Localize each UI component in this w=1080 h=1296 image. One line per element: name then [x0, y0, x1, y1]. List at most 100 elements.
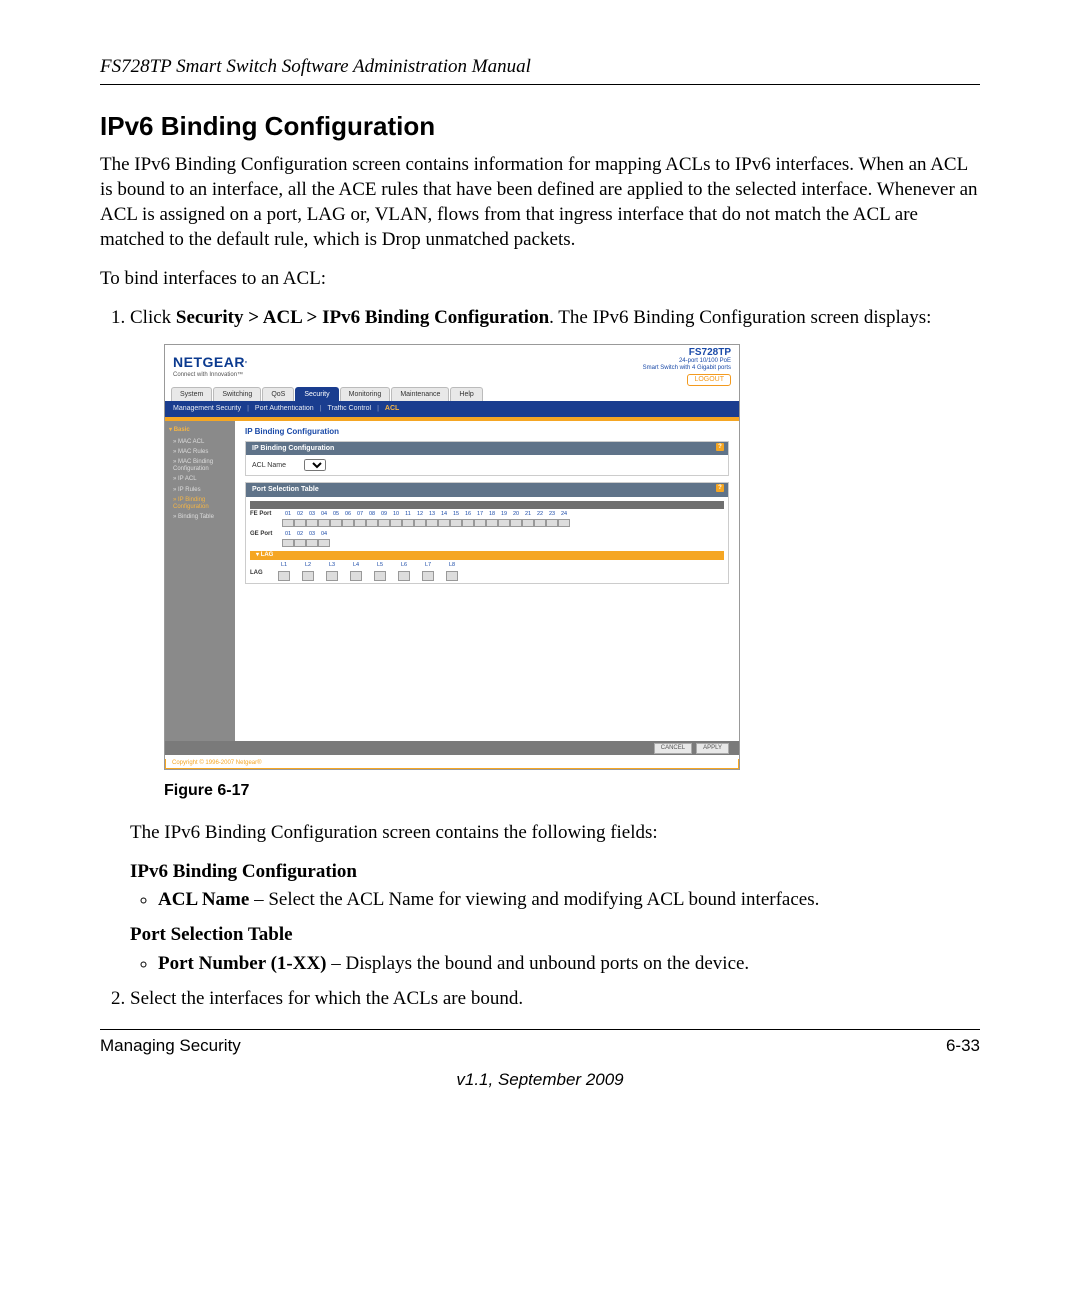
- intro-paragraph: The IPv6 Binding Configuration screen co…: [100, 152, 980, 252]
- sidebar-group: ▾ Basic: [169, 427, 231, 435]
- fe-port-checkbox[interactable]: [330, 519, 342, 527]
- lag-header: ▾ LAG: [250, 551, 724, 561]
- fe-port-checkbox[interactable]: [282, 519, 294, 527]
- ge-port-checkbox[interactable]: [294, 539, 306, 547]
- fe-port-checkbox[interactable]: [546, 519, 558, 527]
- fe-port-checkbox[interactable]: [462, 519, 474, 527]
- lag-item: L3: [326, 562, 338, 580]
- fe-port-checkbox[interactable]: [318, 519, 330, 527]
- fe-port-num: 23: [546, 511, 558, 518]
- fe-port-num: 22: [534, 511, 546, 518]
- subtab-acl[interactable]: ACL: [385, 404, 399, 413]
- fe-port-checkbox[interactable]: [474, 519, 486, 527]
- fe-port-checkbox[interactable]: [366, 519, 378, 527]
- fe-port-checkbox[interactable]: [414, 519, 426, 527]
- fe-port-checkbox[interactable]: [534, 519, 546, 527]
- fe-port-checkbox[interactable]: [438, 519, 450, 527]
- model-block: FS728TP 24-port 10/100 PoE Smart Switch …: [643, 347, 731, 386]
- ge-port-num: 02: [294, 531, 306, 538]
- footer-version: v1.1, September 2009: [100, 1070, 980, 1090]
- fe-port-num: 02: [294, 511, 306, 518]
- figure-caption: Figure 6-17: [164, 780, 980, 801]
- fe-port-num: 09: [378, 511, 390, 518]
- fe-port-checkbox[interactable]: [558, 519, 570, 527]
- fe-port-num: 13: [426, 511, 438, 518]
- tab-qos[interactable]: QoS: [262, 387, 294, 401]
- screenshot-figure: NETGEAR' Connect with Innovation™ FS728T…: [164, 344, 740, 770]
- ge-port-checkbox[interactable]: [318, 539, 330, 547]
- fe-port-num: 15: [450, 511, 462, 518]
- tab-help[interactable]: Help: [450, 387, 482, 401]
- fe-port-num: 11: [402, 511, 414, 518]
- fe-port-checkbox[interactable]: [426, 519, 438, 527]
- tab-system[interactable]: System: [171, 387, 212, 401]
- logout-button[interactable]: LOGOUT: [687, 374, 731, 386]
- rule-top: [100, 84, 980, 85]
- fe-port-num: 17: [474, 511, 486, 518]
- fe-port-num: 06: [342, 511, 354, 518]
- fe-port-checkbox[interactable]: [498, 519, 510, 527]
- fe-port-checkbox[interactable]: [378, 519, 390, 527]
- fe-port-checkbox[interactable]: [402, 519, 414, 527]
- tab-switching[interactable]: Switching: [213, 387, 261, 401]
- sidebar-item-ip-acl[interactable]: » IP ACL: [173, 476, 231, 483]
- fe-port-checkbox[interactable]: [450, 519, 462, 527]
- fe-port-checkbox[interactable]: [522, 519, 534, 527]
- fe-port-checkbox[interactable]: [486, 519, 498, 527]
- fe-port-num: 14: [438, 511, 450, 518]
- main-tabs: System Switching QoS Security Monitoring…: [165, 385, 739, 401]
- lag-checkbox[interactable]: [446, 571, 458, 581]
- lag-checkbox[interactable]: [374, 571, 386, 581]
- subtab-mgmt-security[interactable]: Management Security: [173, 404, 241, 413]
- sidebar-item-ip-binding[interactable]: » IP Binding Configuration: [173, 497, 231, 511]
- lag-checkbox[interactable]: [326, 571, 338, 581]
- fe-port-checkbox[interactable]: [306, 519, 318, 527]
- lag-checkbox[interactable]: [422, 571, 434, 581]
- fe-port-num: 21: [522, 511, 534, 518]
- sidebar-item-mac-rules[interactable]: » MAC Rules: [173, 449, 231, 456]
- sidebar-item-ip-rules[interactable]: » IP Rules: [173, 487, 231, 494]
- lag-item: L4: [350, 562, 362, 580]
- fe-port-num: 20: [510, 511, 522, 518]
- lag-checkbox[interactable]: [302, 571, 314, 581]
- lag-checkbox[interactable]: [350, 571, 362, 581]
- fe-port-checkbox[interactable]: [510, 519, 522, 527]
- fe-port-num: 18: [486, 511, 498, 518]
- help-icon[interactable]: ?: [716, 443, 724, 451]
- ge-port-checkbox[interactable]: [282, 539, 294, 547]
- fe-port-checkbox[interactable]: [390, 519, 402, 527]
- fe-port-checkbox[interactable]: [294, 519, 306, 527]
- fe-port-num: 10: [390, 511, 402, 518]
- acl-name-select[interactable]: [304, 459, 326, 471]
- copyright: Copyright © 1996-2007 Netgear®: [165, 759, 739, 770]
- sidebar-item-mac-acl[interactable]: » MAC ACL: [173, 439, 231, 446]
- subhead-port-selection: Port Selection Table: [130, 922, 980, 947]
- section-title: IPv6 Binding Configuration: [100, 111, 980, 142]
- sub-tabs: Management Security| Port Authentication…: [165, 401, 739, 416]
- fe-port-checkbox[interactable]: [342, 519, 354, 527]
- brand-logo: NETGEAR' Connect with Innovation™: [173, 353, 247, 379]
- subtab-port-auth[interactable]: Port Authentication: [255, 404, 314, 413]
- subtab-traffic-control[interactable]: Traffic Control: [328, 404, 372, 413]
- page-title: IP Binding Configuration: [245, 427, 729, 438]
- panel-port-selection: Port Selection Table? FE Port 0102030405…: [245, 482, 729, 583]
- lag-checkbox[interactable]: [398, 571, 410, 581]
- fe-port-num: 03: [306, 511, 318, 518]
- sidebar-item-binding-table[interactable]: » Binding Table: [173, 514, 231, 521]
- ge-port-label: GE Port: [250, 531, 278, 539]
- fe-port-num: 16: [462, 511, 474, 518]
- tab-maintenance[interactable]: Maintenance: [391, 387, 449, 401]
- help-icon[interactable]: ?: [716, 484, 724, 492]
- tab-monitoring[interactable]: Monitoring: [340, 387, 391, 401]
- fe-port-checkbox[interactable]: [354, 519, 366, 527]
- cancel-button[interactable]: CANCEL: [654, 743, 692, 755]
- tab-security[interactable]: Security: [295, 387, 338, 401]
- ge-port-num: 04: [318, 531, 330, 538]
- ge-port-checkbox[interactable]: [306, 539, 318, 547]
- lag-item: L2: [302, 562, 314, 580]
- lag-checkbox[interactable]: [278, 571, 290, 581]
- apply-button[interactable]: APPLY: [696, 743, 729, 755]
- sidebar-item-mac-binding[interactable]: » MAC Binding Configuration: [173, 459, 231, 473]
- footer-page: 6-33: [946, 1036, 980, 1056]
- field-port-number: Port Number (1-XX) – Displays the bound …: [158, 952, 980, 977]
